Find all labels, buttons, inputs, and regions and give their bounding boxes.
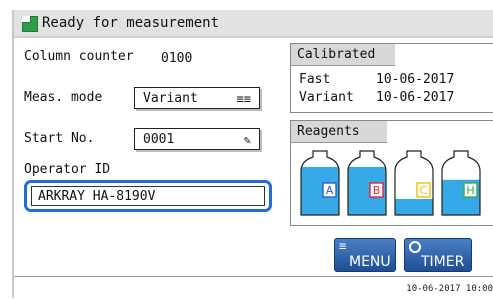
menu-button[interactable]: ≡ MENU xyxy=(334,238,396,272)
status-window-icon xyxy=(22,16,38,32)
timer-button-label: TIMER xyxy=(421,254,465,270)
operator-id-field[interactable]: ARKRAY HA-8190V xyxy=(24,180,272,212)
status-bar: 10-06-2017 10:00 xyxy=(14,276,493,299)
calibrated-title: Calibrated xyxy=(291,44,395,66)
reagent-letter-h: H xyxy=(466,184,474,197)
cal-row-fast-name: Fast xyxy=(299,72,331,87)
cal-row-variant-date: 10-06-2017 xyxy=(376,90,455,105)
meas-mode-value: Variant xyxy=(143,91,198,106)
column-counter-value: 0100 xyxy=(161,51,193,66)
status-datetime: 10-06-2017 10:00 xyxy=(406,284,493,294)
reagent-letter-a: A xyxy=(326,184,334,197)
list-menu-icon: ≡≡ xyxy=(236,92,251,106)
reagent-bottle-a: A xyxy=(300,150,340,216)
pencil-edit-icon: ✎ xyxy=(243,133,251,147)
calibrated-panel: Calibrated Fast 10-06-2017 Variant 10-06… xyxy=(290,43,493,113)
meas-mode-select[interactable]: Variant ≡≡ xyxy=(134,87,260,109)
cal-row-variant-name: Variant xyxy=(299,90,354,105)
menu-button-label: MENU xyxy=(349,254,391,270)
menu-icon: ≡ xyxy=(339,239,347,253)
cal-row-fast-date: 10-06-2017 xyxy=(376,72,455,87)
start-no-label: Start No. xyxy=(24,131,95,146)
meas-mode-label: Meas. mode xyxy=(24,90,103,105)
reagent-bottle-b: B xyxy=(347,150,387,216)
start-no-value: 0001 xyxy=(143,132,175,147)
page-title: Ready for measurement xyxy=(42,15,220,31)
reagent-letter-b: B xyxy=(373,184,381,197)
start-no-field[interactable]: 0001 ✎ xyxy=(134,128,260,150)
reagents-title: Reagents xyxy=(291,121,387,143)
reagent-level-c xyxy=(395,199,433,215)
reagent-letter-c: C xyxy=(420,184,428,197)
operator-id-value: ARKRAY HA-8190V xyxy=(31,186,265,206)
timer-button[interactable]: TIMER xyxy=(404,238,472,272)
reagent-bottle-h: H xyxy=(441,150,481,216)
reagent-bottle-c: C xyxy=(394,150,434,216)
reagent-bottles: ABCH xyxy=(300,150,481,216)
operator-id-label: Operator ID xyxy=(24,162,111,177)
timer-clock-icon xyxy=(409,241,421,253)
column-counter-label: Column counter xyxy=(24,49,134,64)
main-screen: Ready for measurement Column counter 010… xyxy=(12,10,493,299)
reagents-panel[interactable]: Reagents A B C H xyxy=(290,120,493,226)
title-bar: Ready for measurement xyxy=(14,10,493,38)
